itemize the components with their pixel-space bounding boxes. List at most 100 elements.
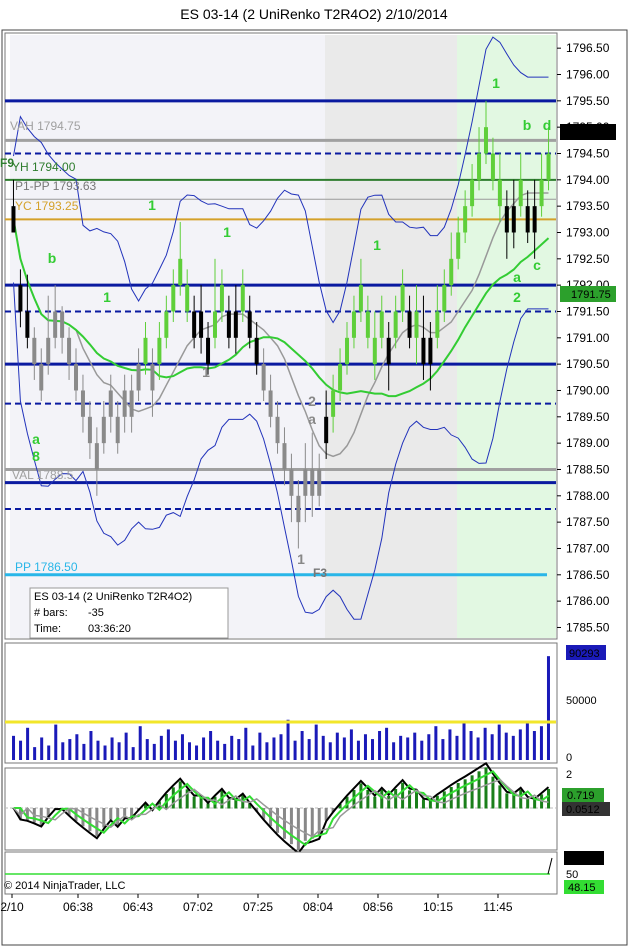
volume-bar [300,731,304,760]
volume-bar [223,743,227,760]
osc-bar [526,798,530,809]
session-shade-3 [457,35,556,638]
osc-bar [88,808,92,832]
wave-label: a [308,411,316,427]
wave-label: a [32,431,40,447]
wave-label: 1 [103,289,111,305]
yh-label: YH 1794.00 [12,160,76,174]
volume-bar [539,726,543,760]
current-price-text: 1794.75 [571,127,611,139]
volume-bar [399,735,403,760]
bar-body [94,443,99,470]
osc-bar [415,791,418,809]
wave-label: 1 [148,197,156,213]
y-tick-label: 1793.00 [566,225,610,239]
bar-body [275,416,280,444]
bar-body [261,364,266,391]
volume-bar [96,740,100,760]
bar-body [518,179,523,207]
x-tick-label: 11:45 [483,900,512,914]
bar-body [456,232,461,259]
volume-bar [19,740,23,760]
bar-body [39,364,44,391]
osc-bar [366,790,370,809]
volume-bar [462,721,466,760]
volume-bar [504,732,508,760]
volume-bar [314,724,318,760]
osc-bar [498,785,502,809]
osc-bar [421,799,425,809]
bar-body [435,311,440,338]
bar-body [414,311,419,338]
y-tick-label: 1794.00 [566,173,610,187]
osc-bar [282,808,286,839]
osc-bar [387,796,391,809]
osc-bar [505,793,509,809]
osc-bar [303,808,307,841]
bar-body [178,258,183,286]
bar-body [442,285,447,312]
yc-label: YC 1793.25 [15,199,79,213]
bar-body [171,285,176,312]
osc-bar [81,808,85,827]
volume-bar [497,724,501,760]
volume-panel: 90293 50000 0 [4,642,606,764]
volume-bar [307,739,311,760]
volume-bar [89,731,93,760]
osc-marker-1-text: 0.719 [567,790,595,802]
y-tick-label: 1786.00 [566,594,610,608]
bar-body [463,206,468,233]
bar-body [317,469,322,496]
bar-body [358,285,363,312]
bar-body [74,364,79,391]
y-tick-label: 1791.00 [566,331,610,345]
ma-price-text: 1791.75 [571,289,611,301]
volume-bar [546,656,550,760]
wave-label: c [533,257,541,273]
bar-body [365,311,370,338]
osc-bar [394,789,398,809]
y-tick-label: 1795.50 [566,94,610,108]
bar-body [143,337,148,365]
volume-bar [159,735,163,760]
osc-bar [470,775,474,809]
osc-bar [408,790,412,809]
volume-bar [251,745,255,760]
osc-bar [512,794,516,809]
wave-label: 1 [202,364,210,380]
volume-bar [511,735,515,760]
osc-bar [519,789,523,809]
p1pp-label: P1-PP 1793.63 [15,179,97,193]
y-tick-label: 1791.50 [566,304,610,318]
wave-label: d [543,117,552,133]
bar-body [219,285,224,312]
osc-bar [276,808,280,833]
wave-label: a [513,269,521,285]
info-bars-label: # bars: [34,607,68,619]
x-tick-label: 07:02 [183,900,213,914]
bar-body [490,153,495,180]
volume-bar [363,734,367,760]
y-tick-label: 1793.50 [566,199,610,213]
x-tick-label: 07:25 [243,900,273,914]
chart-svg: ES 03-14 (2 UniRenko T2R4O2) 2/10/2014 1… [0,6,628,946]
volume-bar [202,737,206,760]
volume-bar [434,726,438,760]
volume-bar [180,734,184,760]
bar-body [46,337,51,365]
bar-body [289,469,294,496]
bar-body [226,311,231,338]
wave-label: 1 [373,237,381,253]
volume-bar [328,742,332,760]
osc-bar [477,771,481,809]
volume-bar [103,745,107,760]
bar-body [136,364,141,391]
bar-body [206,337,211,365]
val-label: VAL 1788.5 [12,468,74,482]
osc-bar [401,782,405,809]
volume-bar [209,731,213,760]
y-tick-label: 1789.50 [566,410,610,424]
volume-bar [371,739,375,760]
bar-body [192,311,197,338]
bar-body [199,311,204,338]
